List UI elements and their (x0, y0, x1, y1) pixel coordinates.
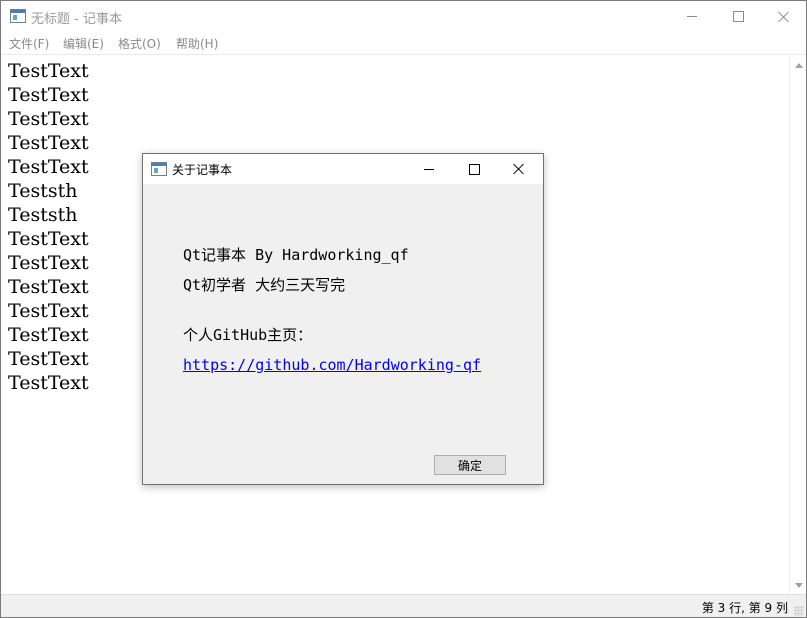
text-line: TestText (8, 84, 89, 106)
dialog-minimize-button[interactable] (407, 154, 451, 184)
text-line: TestText (8, 60, 89, 82)
scroll-up-icon[interactable] (795, 63, 803, 68)
dialog-close-button[interactable] (497, 154, 541, 184)
dialog-body: Qt记事本 By Hardworking_qf Qt初学者 大约三天写完 个人G… (143, 184, 543, 484)
about-app-line: Qt记事本 By Hardworking_qf (183, 246, 409, 264)
minimize-icon (424, 168, 434, 170)
menu-help[interactable]: 帮助(H) (176, 35, 218, 52)
menu-bar: 文件(F) 编辑(E) 格式(O) 帮助(H) (1, 32, 806, 55)
window-title: 无标题 - 记事本 (31, 12, 122, 27)
resize-grip-icon[interactable] (794, 606, 804, 616)
github-label: 个人GitHub主页： (183, 326, 313, 344)
menu-edit[interactable]: 编辑(E) (63, 35, 104, 52)
dialog-maximize-button[interactable] (452, 154, 496, 184)
status-bar: 第 3 行, 第 9 列 (1, 594, 806, 617)
about-dialog: 关于记事本 Qt记事本 By Hardworking_qf Qt初学者 大约三天… (142, 153, 544, 485)
dialog-title: 关于记事本 (172, 163, 233, 177)
title-bar[interactable]: 无标题 - 记事本 (1, 1, 806, 32)
close-icon (778, 11, 790, 23)
text-line: TestText (8, 132, 89, 154)
scroll-down-icon[interactable] (795, 583, 803, 588)
minimize-icon (687, 16, 697, 17)
ok-button[interactable]: 确定 (434, 455, 506, 475)
maximize-button[interactable] (715, 1, 761, 32)
github-link[interactable]: https://github.com/Hardworking-qf (183, 356, 481, 374)
menu-file[interactable]: 文件(F) (9, 35, 49, 52)
maximize-icon (732, 11, 744, 22)
vertical-scrollbar[interactable] (789, 55, 806, 594)
about-note-line: Qt初学者 大约三天写完 (183, 276, 346, 294)
notepad-icon (151, 162, 167, 176)
text-line: TestText (8, 108, 89, 130)
close-button[interactable] (761, 1, 806, 32)
maximize-icon (468, 163, 480, 175)
menu-format[interactable]: 格式(O) (118, 35, 161, 52)
notepad-icon (10, 9, 26, 23)
close-icon (513, 163, 525, 175)
minimize-button[interactable] (669, 1, 715, 32)
dialog-title-bar[interactable]: 关于记事本 (143, 154, 543, 184)
cursor-position: 第 3 行, 第 9 列 (701, 601, 788, 615)
